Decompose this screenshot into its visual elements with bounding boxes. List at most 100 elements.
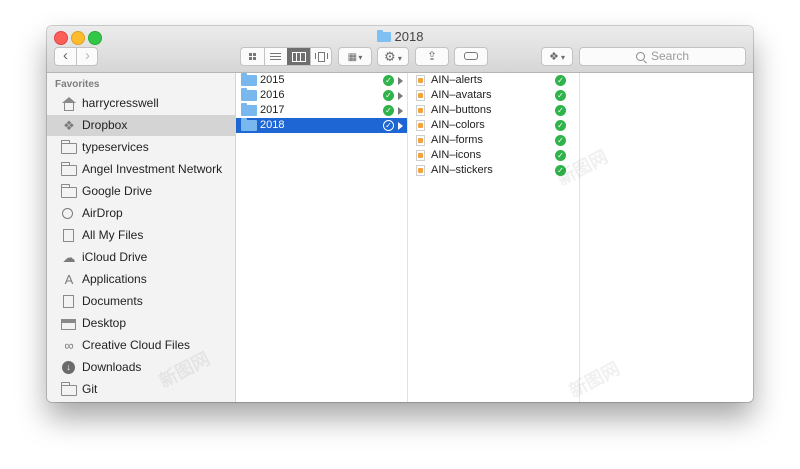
chevron-down-icon: ▾	[356, 53, 363, 62]
nav-buttons: ‹ ›	[54, 47, 98, 66]
file-name: AIN–stickers	[431, 164, 493, 176]
sidebar-item-angel-investment-network[interactable]: Angel Investment Network	[47, 159, 236, 180]
files-column: AIN–alerts ✓ AIN–avatars ✓ AIN–buttons ✓ AI…	[408, 73, 580, 402]
sidebar-item-label: All My Files	[82, 228, 144, 242]
window-title: 2018	[47, 29, 753, 45]
sidebar-item-typeservices[interactable]: typeservices	[47, 137, 236, 158]
dropbox-icon: ❖	[63, 118, 75, 133]
airdrop-icon	[62, 208, 73, 219]
cover-flow-icon	[315, 52, 328, 62]
desktop-icon	[61, 319, 76, 330]
sidebar-item-label: Documents	[82, 294, 143, 308]
folder-icon	[376, 30, 391, 42]
titlebar: 2018 ‹ › ▦ ▾ ⚙ ▾ ⇪ ❖ ▾ Search	[47, 26, 753, 73]
folder-icon	[241, 103, 257, 116]
sketch-file-icon	[416, 105, 425, 116]
sidebar-item-label: Google Drive	[82, 184, 153, 198]
folder-icon	[61, 184, 77, 198]
sidebar-item-git[interactable]: Git	[47, 379, 236, 400]
sidebar-item-airdrop[interactable]: AirDrop	[47, 203, 236, 224]
sidebar-item-icloud-drive[interactable]: ☁ iCloud Drive	[47, 247, 236, 268]
share-icon: ⇪	[426, 49, 438, 63]
sketch-file-icon	[416, 165, 425, 176]
window-title-text: 2018	[394, 29, 424, 44]
folder-icon	[61, 140, 77, 154]
folder-icon	[61, 162, 77, 176]
sidebar-item-all-my-files[interactable]: All My Files	[47, 225, 236, 246]
sidebar-item-dropbox[interactable]: ❖ Dropbox	[47, 115, 236, 136]
folder-icon	[241, 88, 257, 101]
cloud-icon: ☁	[62, 250, 76, 265]
sketch-file-icon	[416, 135, 425, 146]
synced-check-icon: ✓	[383, 75, 394, 86]
sketch-file-icon	[416, 120, 425, 131]
file-name: AIN–forms	[431, 134, 483, 146]
gear-icon: ⚙	[384, 49, 396, 64]
synced-check-icon: ✓	[555, 105, 566, 116]
file-name: AIN–alerts	[431, 74, 483, 86]
file-name: AIN–colors	[431, 119, 485, 131]
share-button[interactable]: ⇪	[415, 47, 449, 66]
icon-view-icon	[249, 53, 256, 60]
file-row[interactable]: AIN–icons ✓	[408, 148, 579, 163]
folder-name: 2015	[260, 74, 285, 86]
folder-row-2018[interactable]: 2018 ✓	[236, 118, 407, 133]
file-row[interactable]: AIN–colors ✓	[408, 118, 579, 133]
folder-row-2017[interactable]: 2017 ✓	[236, 103, 407, 118]
disclosure-arrow-icon	[398, 122, 403, 130]
chevron-down-icon: ▾	[395, 54, 402, 63]
folder-icon	[241, 118, 257, 131]
column-view-button[interactable]	[287, 48, 311, 65]
action-button[interactable]: ⚙ ▾	[377, 47, 409, 66]
arrange-button[interactable]: ▦ ▾	[338, 47, 372, 66]
sidebar-item-creative-cloud-files[interactable]: ∞ Creative Cloud Files	[47, 335, 236, 356]
synced-check-icon: ✓	[383, 90, 394, 101]
tag-icon	[464, 52, 478, 60]
download-icon: ↓	[62, 361, 75, 374]
search-input[interactable]: Search	[579, 47, 746, 66]
synced-check-icon: ✓	[555, 75, 566, 86]
icon-view-button[interactable]	[241, 48, 265, 65]
sidebar-item-label: AirDrop	[82, 206, 123, 220]
sidebar-item-google-drive[interactable]: Google Drive	[47, 181, 236, 202]
dropbox-menu-button[interactable]: ❖ ▾	[541, 47, 573, 66]
sidebar-item-label: Git	[82, 382, 98, 396]
sidebar-item-harrycresswell[interactable]: harrycresswell	[47, 93, 236, 114]
file-row[interactable]: AIN–avatars ✓	[408, 88, 579, 103]
synced-check-icon: ✓	[555, 90, 566, 101]
applications-icon: A	[64, 272, 74, 287]
sidebar-header: Favorites	[55, 79, 100, 90]
chevron-down-icon: ▾	[558, 53, 566, 62]
list-view-button[interactable]	[264, 48, 288, 65]
sidebar-item-label: Dropbox	[82, 118, 128, 132]
column-view-icon	[292, 52, 306, 62]
synced-check-icon: ✓	[555, 135, 566, 146]
arrange-icon: ▦	[347, 52, 358, 63]
sidebar-item-documents[interactable]: Documents	[47, 291, 236, 312]
house-icon	[61, 97, 77, 111]
sidebar-item-desktop[interactable]: Desktop	[47, 313, 236, 334]
cover-flow-button[interactable]	[310, 48, 331, 65]
sidebar-item-label: Applications	[82, 272, 147, 286]
creative-cloud-icon: ∞	[64, 338, 74, 353]
disclosure-arrow-icon	[398, 77, 403, 85]
synced-check-icon: ✓	[555, 150, 566, 161]
synced-check-icon: ✓	[383, 105, 394, 116]
tags-button[interactable]	[454, 47, 488, 66]
file-row[interactable]: AIN–buttons ✓	[408, 103, 579, 118]
empty-column	[580, 73, 753, 402]
back-button[interactable]: ‹	[55, 48, 77, 65]
sidebar-item-label: Angel Investment Network	[82, 162, 223, 176]
sidebar-item-label: iCloud Drive	[82, 250, 148, 264]
file-row[interactable]: AIN–alerts ✓	[408, 73, 579, 88]
sidebar-item-applications[interactable]: A Applications	[47, 269, 236, 290]
sidebar-item-label: Desktop	[82, 316, 127, 330]
forward-button[interactable]: ›	[77, 48, 97, 65]
sidebar-item-label: harrycresswell	[82, 96, 159, 110]
years-column: 2015 ✓ 2016 ✓ 2017 ✓ 2018 ✓	[236, 73, 408, 402]
folder-row-2016[interactable]: 2016 ✓	[236, 88, 407, 103]
folder-row-2015[interactable]: 2015 ✓	[236, 73, 407, 88]
folder-name: 2016	[260, 89, 285, 101]
disclosure-arrow-icon	[398, 92, 403, 100]
file-row[interactable]: AIN–forms ✓	[408, 133, 579, 148]
